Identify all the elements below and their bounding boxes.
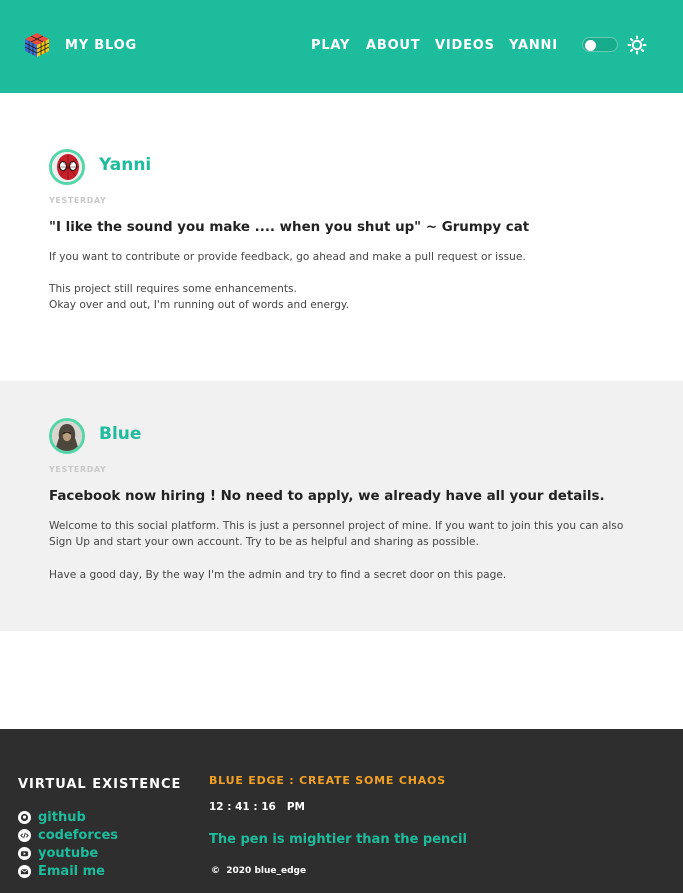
code-icon — [18, 828, 31, 842]
hooded-figure-avatar — [52, 421, 82, 451]
footer-tagline: BLUE EDGE : CREATE SOME CHAOS — [209, 774, 446, 787]
email-link[interactable]: Email me — [18, 863, 105, 879]
post-title: "I like the sound you make .... when you… — [49, 220, 530, 235]
email-label: Email me — [38, 863, 105, 879]
post-author[interactable]: Yanni — [99, 155, 151, 175]
codeforces-link[interactable]: codeforces — [18, 827, 118, 843]
footer: VIRTUAL EXISTENCE github codeforces yout… — [0, 729, 683, 893]
post-paragraph: This project still requires some enhance… — [49, 283, 297, 295]
nav-about[interactable]: ABOUT — [366, 38, 420, 53]
post-paragraph: Okay over and out, I'm running out of wo… — [49, 299, 350, 311]
github-label: github — [38, 809, 86, 825]
top-navbar: MY BLOG PLAY ABOUT VIDEOS YANNI — [0, 0, 683, 93]
nav-yanni[interactable]: YANNI — [509, 38, 558, 53]
post-date: YESTERDAY — [49, 196, 107, 205]
theme-toggle[interactable] — [582, 37, 618, 52]
spiderman-avatar — [52, 152, 82, 182]
sun-icon[interactable] — [627, 35, 647, 55]
nav-videos[interactable]: VIDEOS — [435, 38, 495, 53]
rubiks-cube-icon[interactable] — [24, 32, 50, 58]
toggle-knob — [585, 39, 596, 51]
nav-play[interactable]: PLAY — [311, 38, 350, 53]
post-date: YESTERDAY — [49, 465, 107, 474]
github-icon — [18, 810, 31, 824]
post-card: Blue YESTERDAY Facebook now hiring ! No … — [0, 381, 683, 631]
youtube-icon — [18, 846, 31, 860]
avatar[interactable] — [49, 418, 85, 454]
footer-clock: 12 : 41 : 16 PM — [209, 801, 305, 813]
post-paragraph: Welcome to this social platform. This is… — [49, 520, 624, 548]
youtube-link[interactable]: youtube — [18, 845, 98, 861]
codeforces-label: codeforces — [38, 827, 119, 843]
post-title: Facebook now hiring ! No need to apply, … — [49, 489, 605, 504]
footer-heading: VIRTUAL EXISTENCE — [18, 777, 182, 792]
github-link[interactable]: github — [18, 809, 86, 825]
brand-title[interactable]: MY BLOG — [65, 38, 137, 53]
avatar[interactable] — [49, 149, 85, 185]
footer-copyright: © 2020 blue_edge — [211, 866, 307, 876]
youtube-label: youtube — [38, 845, 99, 861]
mail-icon — [18, 864, 31, 878]
post-paragraph: Have a good day, By the way I'm the admi… — [49, 569, 507, 581]
post-author[interactable]: Blue — [99, 424, 141, 444]
footer-motto: The pen is mightier than the pencil — [209, 832, 467, 847]
post-paragraph: If you want to contribute or provide fee… — [49, 251, 526, 263]
post-card: Yanni YESTERDAY "I like the sound you ma… — [0, 93, 683, 381]
